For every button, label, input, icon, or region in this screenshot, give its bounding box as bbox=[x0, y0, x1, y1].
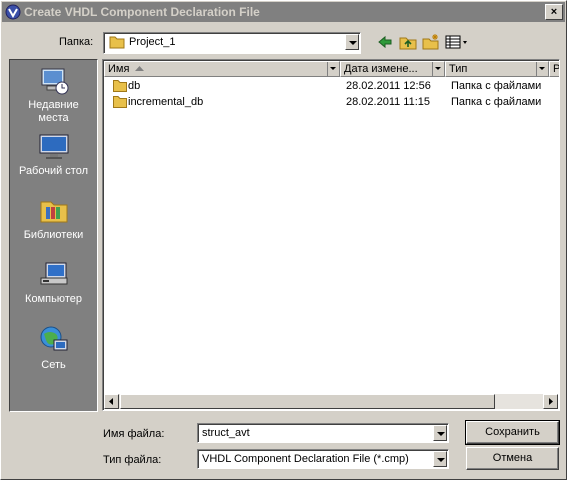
arrow-right-icon bbox=[549, 398, 553, 405]
close-button[interactable]: × bbox=[545, 4, 563, 20]
chevron-down-icon[interactable] bbox=[433, 451, 447, 467]
app-icon bbox=[5, 4, 21, 20]
title-bar[interactable]: Create VHDL Component Declaration File × bbox=[2, 2, 565, 22]
computer-icon bbox=[40, 262, 67, 285]
sort-ascending-icon bbox=[135, 66, 144, 71]
view-menu-icon[interactable] bbox=[445, 34, 469, 50]
folder-icon bbox=[113, 96, 127, 108]
column-name-label: Имя bbox=[108, 63, 130, 75]
arrow-left-icon bbox=[109, 398, 113, 405]
cancel-button[interactable]: Отмена bbox=[466, 447, 559, 470]
file-type: Папка с файлами bbox=[451, 96, 542, 108]
horizontal-scrollbar[interactable] bbox=[104, 394, 558, 409]
column-extra-label: Р bbox=[553, 63, 560, 75]
chevron-down-icon[interactable] bbox=[345, 34, 359, 50]
filename-input[interactable]: struct_avt bbox=[197, 423, 449, 443]
file-date: 28.02.2011 11:15 bbox=[346, 96, 431, 108]
up-folder-icon[interactable] bbox=[399, 34, 417, 50]
place-desktop[interactable]: Рабочий стол bbox=[10, 132, 97, 178]
recent-places-icon bbox=[41, 68, 68, 95]
column-header-date[interactable]: Дата измене... bbox=[340, 61, 445, 77]
look-in-value: Project_1 bbox=[129, 36, 176, 48]
network-icon bbox=[40, 326, 67, 351]
place-label: Сеть bbox=[41, 359, 66, 371]
column-type-label: Тип bbox=[449, 63, 468, 75]
scroll-thumb[interactable] bbox=[120, 394, 495, 409]
column-header-name[interactable]: Имя bbox=[104, 61, 340, 77]
place-network[interactable]: Сеть bbox=[10, 324, 97, 372]
filename-value: struct_avt bbox=[202, 427, 250, 439]
back-arrow-icon[interactable] bbox=[376, 34, 394, 50]
file-date: 28.02.2011 12:56 bbox=[346, 80, 431, 92]
folder-icon bbox=[113, 80, 127, 92]
column-dropdown-icon[interactable] bbox=[327, 62, 339, 76]
column-dropdown-icon[interactable] bbox=[536, 62, 548, 76]
place-label: Библиотеки bbox=[23, 229, 84, 241]
filetype-label: Тип файла: bbox=[103, 454, 162, 466]
scroll-right-button[interactable] bbox=[543, 394, 558, 409]
file-type: Папка с файлами bbox=[451, 80, 542, 92]
place-label: Рабочий стол bbox=[18, 165, 89, 177]
place-computer[interactable]: Компьютер bbox=[10, 260, 97, 306]
place-label: Компьютер bbox=[25, 293, 82, 305]
column-date-label: Дата измене... bbox=[344, 63, 418, 75]
file-name: db bbox=[128, 80, 141, 92]
place-label: Недавние места bbox=[28, 99, 79, 124]
scroll-left-button[interactable] bbox=[104, 394, 119, 409]
column-dropdown-icon[interactable] bbox=[432, 62, 444, 76]
places-bar: Недавние места Рабочий стол Библиотеки К… bbox=[9, 59, 98, 412]
file-name: incremental_db bbox=[128, 96, 204, 108]
place-recent[interactable]: Недавние места bbox=[10, 66, 97, 125]
save-dialog: Create VHDL Component Declaration File ×… bbox=[0, 0, 567, 480]
folder-icon bbox=[109, 36, 125, 49]
window-title: Create VHDL Component Declaration File bbox=[24, 5, 260, 19]
chevron-down-icon[interactable] bbox=[433, 425, 447, 441]
file-list[interactable]: Имя Дата измене... Тип Р db 28.02.2011 1… bbox=[102, 59, 560, 411]
libraries-icon bbox=[40, 201, 67, 223]
save-button[interactable]: Сохранить bbox=[465, 420, 560, 445]
look-in-label: Папка: bbox=[59, 36, 94, 48]
filename-label: Имя файла: bbox=[103, 428, 165, 440]
new-folder-icon[interactable] bbox=[422, 34, 440, 50]
place-libraries[interactable]: Библиотеки bbox=[10, 196, 97, 242]
file-row[interactable]: incremental_db 28.02.2011 11:15 Папка с … bbox=[104, 94, 544, 110]
look-in-combo[interactable]: Project_1 bbox=[103, 32, 361, 54]
column-header-extra[interactable]: Р bbox=[549, 61, 560, 77]
filetype-select[interactable]: VHDL Component Declaration File (*.cmp) bbox=[197, 449, 449, 469]
file-row[interactable]: db 28.02.2011 12:56 Папка с файлами bbox=[104, 78, 544, 94]
column-header-type[interactable]: Тип bbox=[445, 61, 549, 77]
filetype-value: VHDL Component Declaration File (*.cmp) bbox=[202, 453, 409, 465]
desktop-icon bbox=[39, 134, 68, 159]
